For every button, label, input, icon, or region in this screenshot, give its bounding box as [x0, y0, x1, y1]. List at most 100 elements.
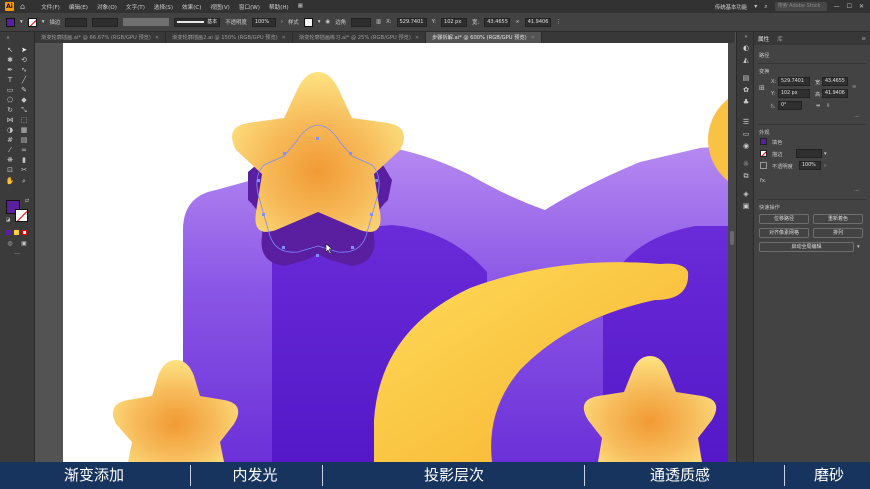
appearance-panel-icon[interactable]: ☼: [741, 160, 751, 169]
stroke-color-box[interactable]: [15, 209, 28, 222]
stroke-panel-icon[interactable]: ☰: [741, 118, 751, 127]
opacity-label[interactable]: 不透明度: [225, 18, 247, 26]
line-tool-icon[interactable]: ╱: [19, 76, 29, 85]
menu-help[interactable]: 帮助(H): [269, 3, 289, 11]
graph-tool-icon[interactable]: ▮: [19, 156, 29, 165]
x-field[interactable]: 529.7401: [778, 77, 810, 86]
artwork[interactable]: [35, 43, 728, 462]
tab-close-icon[interactable]: ✕: [415, 35, 419, 41]
blend-tool-icon[interactable]: ∞: [19, 146, 29, 155]
draw-normal-icon[interactable]: ◎: [5, 239, 15, 248]
canvas[interactable]: [35, 43, 728, 462]
tab-libraries[interactable]: 库: [777, 35, 783, 43]
arrange-button[interactable]: 排列: [813, 228, 863, 238]
workspace-switcher[interactable]: 传统基本功能: [715, 3, 747, 11]
default-colors-icon[interactable]: ◪: [3, 216, 13, 225]
gradient-mode-button[interactable]: [14, 230, 19, 235]
layers-panel-icon[interactable]: ◈: [741, 190, 751, 199]
panel-collapse-icon[interactable]: «: [3, 34, 13, 43]
eyedropper-tool-icon[interactable]: ⁄: [5, 146, 15, 155]
color-mode-button[interactable]: [6, 230, 11, 235]
menu-object[interactable]: 对象(O): [97, 3, 117, 11]
perspective-grid-tool-icon[interactable]: ▦: [19, 126, 29, 135]
strip-collapse-icon[interactable]: »: [741, 33, 751, 42]
fill-swatch[interactable]: [760, 138, 767, 145]
transform-h-field[interactable]: 41.9406: [524, 17, 551, 27]
opacity-field[interactable]: 100%: [799, 161, 821, 170]
more-options-icon[interactable]: ⋮: [556, 19, 561, 25]
constrain-link-icon[interactable]: ∞: [852, 84, 856, 90]
fill-dropdown-icon[interactable]: ▾: [20, 19, 23, 25]
slice-tool-icon[interactable]: ✂: [19, 166, 29, 175]
scale-tool-icon[interactable]: ⤡: [19, 106, 29, 115]
stroke-swatch[interactable]: [760, 150, 767, 157]
pen-tool-icon[interactable]: ✒: [5, 66, 15, 75]
variable-width-field[interactable]: [92, 17, 119, 27]
rotate-field[interactable]: 0°: [778, 101, 802, 110]
screen-mode-icon[interactable]: ▣: [19, 239, 29, 248]
direct-selection-tool-icon[interactable]: ➤: [19, 46, 29, 55]
selection-tool-icon[interactable]: ↖: [5, 46, 15, 55]
tab-close-icon[interactable]: ✕: [155, 35, 159, 41]
artboards-panel-icon[interactable]: ▣: [741, 202, 751, 211]
rectangle-tool-icon[interactable]: ▭: [5, 86, 15, 95]
opacity-field[interactable]: 100%: [251, 17, 276, 27]
tab-document-4[interactable]: 步骤拆解.ai* @ 600% (RGB/GPU 预览) ✕: [426, 32, 542, 43]
fx-button[interactable]: fx.: [760, 178, 767, 184]
align-icon[interactable]: ▥: [376, 19, 381, 25]
paintbrush-tool-icon[interactable]: ✎: [19, 86, 29, 95]
menu-effect[interactable]: 效果(C): [182, 3, 201, 11]
align-pixel-grid-button[interactable]: 对齐像素网格: [759, 228, 809, 238]
lasso-tool-icon[interactable]: ⟲: [19, 56, 29, 65]
home-icon[interactable]: ⌂: [20, 2, 25, 11]
color-panel-icon[interactable]: ◐: [741, 44, 751, 53]
menu-file[interactable]: 文件(F): [41, 3, 60, 11]
link-icon[interactable]: ∞: [515, 19, 520, 25]
menu-window[interactable]: 窗口(W): [239, 3, 260, 11]
rotate-tool-icon[interactable]: ↻: [5, 106, 15, 115]
stroke-weight-field[interactable]: [65, 17, 88, 27]
stroke-weight-dropdown-icon[interactable]: ▾: [824, 151, 827, 157]
more-transform-icon[interactable]: ···: [854, 114, 859, 120]
recolor-button[interactable]: 重新着色: [813, 214, 863, 224]
flip-vertical-icon[interactable]: ⇳: [826, 103, 830, 109]
tab-close-icon[interactable]: ✕: [531, 35, 535, 41]
scrollbar-thumb[interactable]: [730, 231, 734, 245]
menu-select[interactable]: 选择(S): [154, 3, 173, 11]
swatches-panel-icon[interactable]: ▤: [741, 74, 751, 83]
maximize-icon[interactable]: ☐: [847, 3, 852, 10]
menu-edit[interactable]: 编辑(E): [69, 3, 88, 11]
corner-field[interactable]: [351, 17, 371, 27]
curvature-tool-icon[interactable]: ∿: [19, 66, 29, 75]
workspace-chevron-icon[interactable]: ▾: [754, 3, 757, 10]
magic-wand-tool-icon[interactable]: ✱: [5, 56, 15, 65]
zoom-tool-icon[interactable]: ⌕: [19, 177, 29, 186]
tab-properties[interactable]: 属性: [758, 35, 769, 43]
menu-view[interactable]: 视图(V): [210, 3, 229, 11]
stroke-profile-field[interactable]: 基本: [174, 17, 221, 27]
vertical-scrollbar[interactable]: [728, 43, 736, 462]
more-appearance-icon[interactable]: ···: [854, 188, 859, 194]
style-dropdown-icon[interactable]: ▾: [318, 19, 321, 25]
tab-document-2[interactable]: 渐变轮廓插画2.ai @ 150% (RGB/GPU 预览) ✕: [166, 32, 293, 43]
gradient-tool-icon[interactable]: ▤: [19, 136, 29, 145]
transform-y-field[interactable]: 102 px: [441, 17, 468, 27]
offset-path-button[interactable]: 位移路径: [759, 214, 809, 224]
search-help-icon[interactable]: ⌕: [764, 3, 767, 11]
shape-builder-tool-icon[interactable]: ◑: [5, 126, 15, 135]
fill-swatch[interactable]: [6, 17, 15, 27]
close-icon[interactable]: ✕: [859, 3, 864, 10]
y-field[interactable]: 102 px: [778, 89, 810, 98]
transform-w-field[interactable]: 43.4655: [484, 17, 511, 27]
hand-tool-icon[interactable]: ✋: [5, 177, 15, 186]
brushes-panel-icon[interactable]: ✿: [741, 86, 751, 95]
symbol-sprayer-tool-icon[interactable]: ❋: [5, 156, 15, 165]
transparency-panel-icon[interactable]: ◉: [741, 142, 751, 151]
edit-toolbar-icon[interactable]: ···: [12, 250, 22, 259]
artboard-tool-icon[interactable]: ⊡: [5, 166, 15, 175]
global-edit-button[interactable]: 启动全局编辑: [759, 242, 854, 252]
shaper-tool-icon[interactable]: ⬠: [5, 96, 15, 105]
graphic-styles-icon[interactable]: ⧉: [741, 172, 751, 181]
w-field[interactable]: 43.4655: [822, 77, 848, 86]
h-field[interactable]: 41.9406: [822, 89, 848, 98]
